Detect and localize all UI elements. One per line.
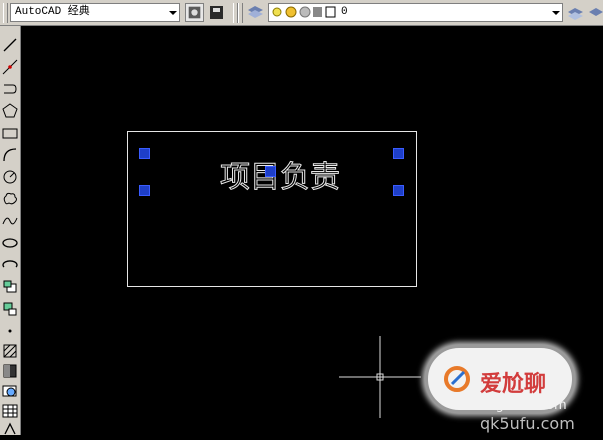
construction-line-icon — [2, 59, 18, 75]
watermark-brand: 爱尬聊 — [480, 372, 547, 397]
grip-handle[interactable] — [393, 148, 404, 159]
layer-manager-button[interactable] — [246, 3, 265, 22]
line-icon — [3, 38, 17, 52]
chevron-down-icon[interactable] — [169, 11, 177, 15]
layer-value: 0 — [341, 6, 348, 18]
multiline-text-button[interactable] — [1, 422, 19, 440]
circle-button[interactable] — [1, 168, 19, 186]
circle-icon — [3, 170, 17, 184]
rectangle-icon — [2, 128, 18, 139]
toolbar-grip[interactable] — [3, 3, 8, 23]
watermark-url: igaliao.com — [492, 398, 567, 413]
hatch-button[interactable] — [1, 342, 19, 360]
workspace-save-button[interactable] — [207, 3, 226, 22]
revision-cloud-icon — [3, 192, 17, 205]
top-toolbar: AutoCAD 经典 0 — [0, 0, 603, 26]
draw-toolbar — [0, 26, 21, 435]
ellipse-arc-icon — [2, 260, 18, 268]
insert-block-button[interactable] — [1, 278, 19, 296]
revision-cloud-button[interactable] — [1, 190, 19, 208]
workspace-settings-button[interactable] — [185, 3, 204, 22]
polyline-icon — [4, 84, 17, 94]
layers-icon — [248, 6, 263, 18]
text-icon — [4, 422, 16, 435]
ellipse-arc-button[interactable] — [1, 256, 19, 274]
save-workspace-icon — [210, 6, 223, 19]
gradient-button[interactable] — [1, 362, 19, 380]
arc-icon — [3, 148, 17, 162]
polygon-icon — [2, 103, 18, 118]
construction-line-button[interactable] — [1, 58, 19, 76]
layer-current-icon — [568, 8, 583, 20]
ellipse-icon — [2, 238, 18, 248]
spline-button[interactable] — [1, 212, 19, 230]
point-icon — [8, 329, 12, 333]
grip-handle[interactable] — [139, 148, 150, 159]
layer-previous-button[interactable] — [587, 3, 603, 22]
arc-button[interactable] — [1, 146, 19, 164]
grip-handle[interactable] — [393, 185, 404, 196]
grip-handle[interactable] — [139, 185, 150, 196]
workspace-dropdown[interactable]: AutoCAD 经典 — [10, 3, 180, 22]
make-current-layer-button[interactable] — [566, 3, 585, 22]
make-block-icon — [3, 302, 17, 316]
watermark-footer: qk5ufu.com — [480, 414, 575, 433]
region-button[interactable] — [1, 382, 19, 400]
point-button[interactable] — [1, 322, 19, 340]
table-icon — [2, 404, 18, 418]
region-icon — [2, 385, 17, 397]
hatch-icon — [3, 344, 17, 358]
watermark-logo-icon — [444, 366, 470, 392]
gradient-icon — [3, 364, 17, 378]
table-button[interactable] — [1, 402, 19, 420]
layer-previous-icon — [589, 8, 603, 16]
mtext-object[interactable]: 项目负责 — [220, 152, 341, 196]
gear-icon — [188, 6, 201, 19]
rectangle-button[interactable] — [1, 124, 19, 142]
workspace-value: AutoCAD 经典 — [15, 6, 90, 18]
make-block-button[interactable] — [1, 300, 19, 318]
ellipse-button[interactable] — [1, 234, 19, 252]
insert-block-icon — [3, 280, 17, 293]
layer-state-icons — [272, 6, 336, 18]
polygon-button[interactable] — [1, 102, 19, 120]
spline-icon — [2, 217, 18, 225]
toolbar-grip[interactable] — [238, 3, 243, 23]
grip-handle-center[interactable] — [265, 166, 276, 177]
layer-dropdown[interactable]: 0 — [268, 3, 563, 22]
polyline-button[interactable] — [1, 80, 19, 98]
chevron-down-icon[interactable] — [552, 11, 560, 15]
draw-line-button[interactable] — [1, 36, 19, 54]
